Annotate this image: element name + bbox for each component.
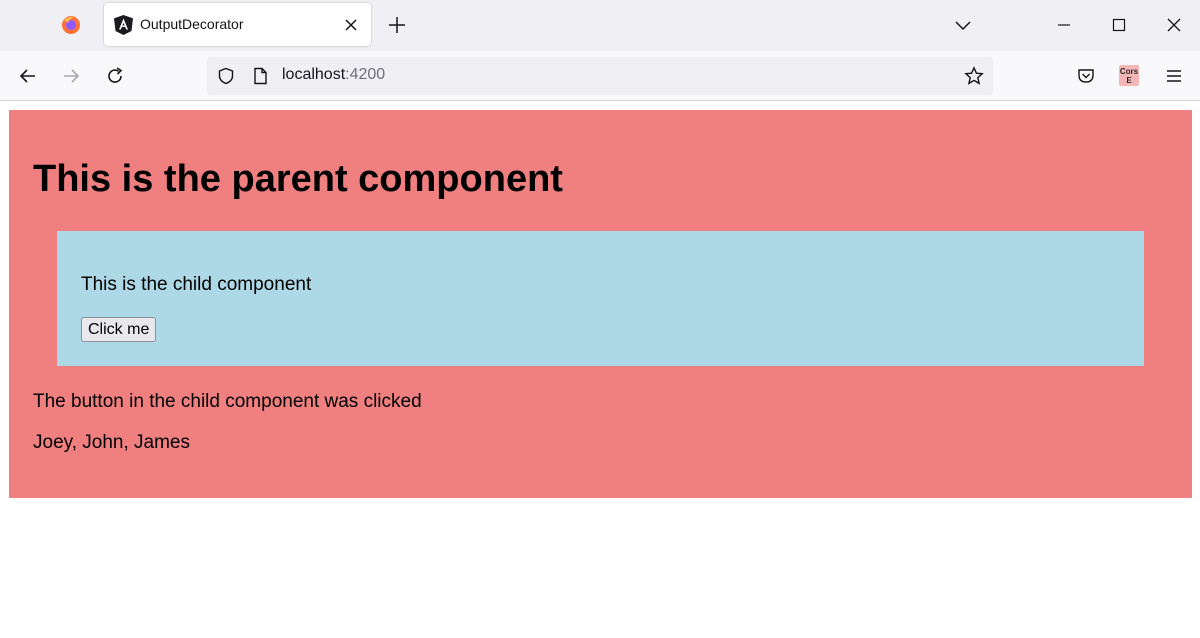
tab-list-chevron-icon[interactable] bbox=[954, 16, 972, 34]
shield-icon[interactable] bbox=[217, 67, 235, 85]
child-text: This is the child component bbox=[81, 274, 312, 295]
child-component: This is the child component Click me bbox=[57, 231, 1144, 366]
forward-arrow-icon[interactable] bbox=[61, 66, 81, 86]
minimize-icon[interactable] bbox=[1055, 16, 1073, 34]
maximize-icon[interactable] bbox=[1110, 16, 1128, 34]
cors-extension-icon[interactable]: Cors E bbox=[1119, 65, 1139, 86]
new-tab-icon[interactable] bbox=[387, 15, 407, 35]
close-tab-icon[interactable] bbox=[342, 16, 360, 34]
close-window-icon[interactable] bbox=[1165, 16, 1183, 34]
back-arrow-icon[interactable] bbox=[18, 66, 38, 86]
url-port: :4200 bbox=[345, 66, 386, 83]
tab-strip: OutputDecorator bbox=[0, 0, 1200, 51]
cors-extension-label-top: Cors bbox=[1119, 67, 1139, 76]
page-icon[interactable] bbox=[251, 67, 269, 85]
pocket-icon[interactable] bbox=[1076, 66, 1096, 86]
url-host: localhost bbox=[282, 66, 346, 83]
firefox-logo-icon[interactable] bbox=[60, 14, 82, 36]
bookmark-star-icon[interactable] bbox=[964, 66, 984, 86]
navigation-toolbar: localhost:4200 Cors E bbox=[0, 51, 1200, 101]
tab-title: OutputDecorator bbox=[140, 16, 244, 32]
parent-title: This is the parent component bbox=[33, 158, 563, 200]
cors-extension-label-bottom: E bbox=[1126, 76, 1132, 85]
tab-outputdecorator[interactable]: OutputDecorator bbox=[104, 3, 371, 46]
reload-icon[interactable] bbox=[105, 66, 125, 86]
click-status-text: The button in the child component was cl… bbox=[33, 391, 422, 412]
names-list-text: Joey, John, James bbox=[33, 432, 191, 453]
url-text: localhost:4200 bbox=[282, 66, 385, 84]
angular-favicon-icon bbox=[114, 15, 133, 35]
click-me-button[interactable]: Click me bbox=[81, 317, 157, 342]
hamburger-menu-icon[interactable] bbox=[1164, 66, 1184, 86]
address-bar[interactable]: localhost:4200 bbox=[207, 57, 993, 95]
parent-component: This is the parent component This is the… bbox=[9, 110, 1192, 498]
